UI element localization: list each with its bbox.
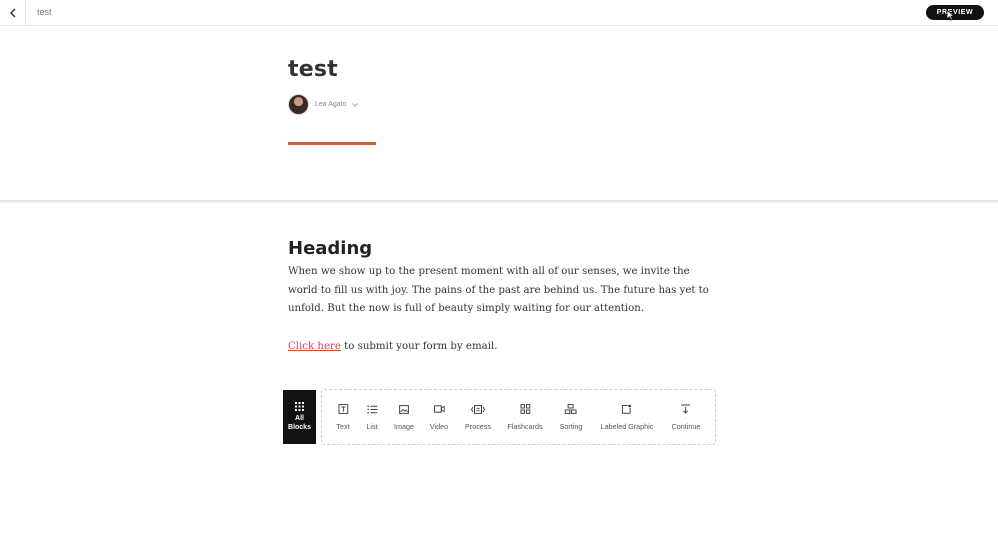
click-here-link[interactable]: Click here xyxy=(288,341,341,352)
chevron-down-icon xyxy=(351,102,358,107)
block-labeled-graphic-button[interactable]: Labeled Graphic xyxy=(600,390,654,444)
continue-icon xyxy=(681,404,691,414)
process-icon xyxy=(471,404,485,414)
list-icon xyxy=(367,405,377,413)
block-text-label: Text xyxy=(336,422,350,431)
title-accent-bar xyxy=(288,142,376,145)
section-divider xyxy=(0,200,998,203)
block-process-label: Process xyxy=(465,422,491,431)
all-blocks-button[interactable]: All Blocks xyxy=(283,390,316,444)
course-title: test xyxy=(37,7,52,17)
image-icon xyxy=(399,404,409,414)
preview-button[interactable]: PREVIEW xyxy=(926,5,984,20)
block-text-button[interactable]: Text xyxy=(336,390,350,444)
block-heading[interactable]: Heading xyxy=(288,238,372,259)
block-sorting-button[interactable]: Sorting xyxy=(559,390,583,444)
text-block-icon xyxy=(338,404,348,414)
block-sorting-label: Sorting xyxy=(559,422,583,431)
video-icon xyxy=(433,405,445,413)
all-blocks-label-line1: All xyxy=(295,415,304,422)
chevron-left-icon xyxy=(9,8,15,18)
block-video-label: Video xyxy=(429,422,449,431)
block-image-button[interactable]: Image xyxy=(394,390,414,444)
block-flashcards-label: Flashcards xyxy=(507,422,543,431)
submit-form-text: to submit your form by email. xyxy=(340,341,498,352)
all-blocks-label-line2: Blocks xyxy=(288,424,311,431)
block-image-label: Image xyxy=(394,422,414,431)
block-flashcards-button[interactable]: Flashcards xyxy=(507,390,543,444)
author-name: Lea Agato xyxy=(315,101,347,108)
block-continue-button[interactable]: Continue xyxy=(671,390,701,444)
labeled-graphic-icon xyxy=(622,404,632,414)
block-list-label: List xyxy=(366,422,378,431)
grid-icon xyxy=(295,402,304,411)
block-process-button[interactable]: Process xyxy=(465,390,491,444)
block-continue-label: Continue xyxy=(671,422,701,431)
block-list-button[interactable]: List xyxy=(366,390,378,444)
block-paragraph[interactable]: When we show up to the present moment wi… xyxy=(288,263,713,319)
lesson-title[interactable]: test xyxy=(288,57,338,82)
top-bar: test PREVIEW xyxy=(0,0,998,26)
back-button[interactable] xyxy=(0,0,26,26)
block-labeled-graphic-label: Labeled Graphic xyxy=(600,422,654,431)
sorting-icon xyxy=(565,404,577,414)
submit-form-line: Click here to submit your form by email. xyxy=(288,338,497,356)
block-video-button[interactable]: Video xyxy=(430,390,448,444)
block-toolbar: Text List Image Video Process Flashcards… xyxy=(321,389,716,445)
author-selector[interactable]: Lea Agato xyxy=(288,94,358,115)
flashcards-icon xyxy=(520,404,530,414)
avatar xyxy=(288,94,309,115)
mouse-cursor-icon xyxy=(946,9,955,21)
